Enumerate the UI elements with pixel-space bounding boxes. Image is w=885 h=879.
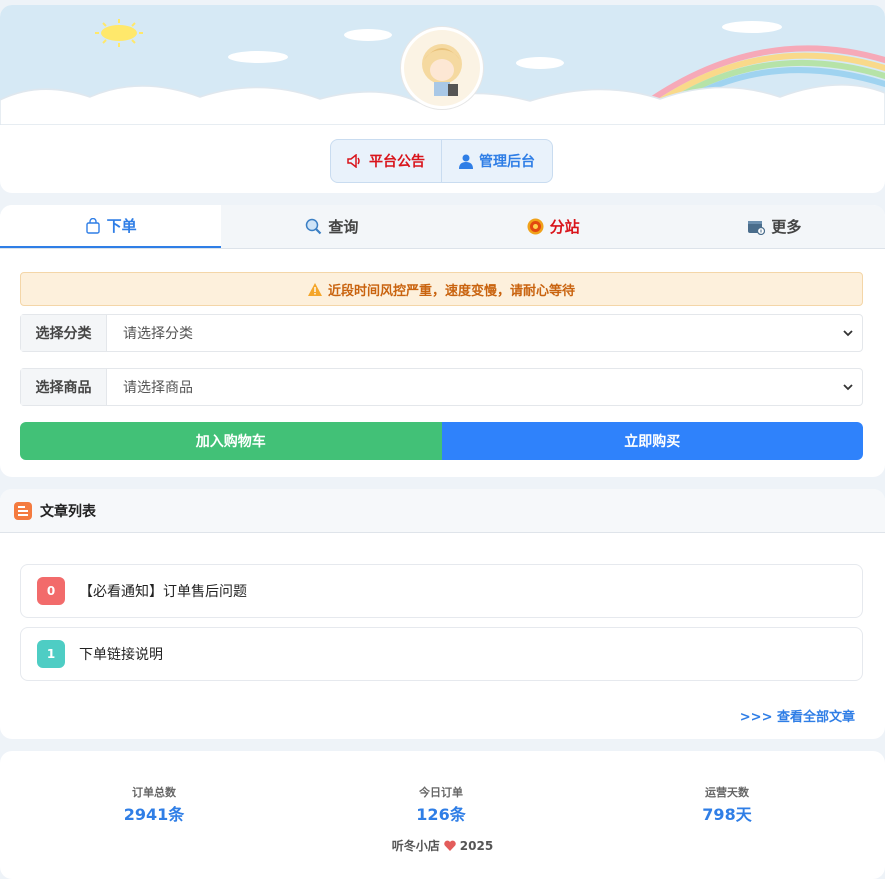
magnifier-icon [306, 218, 322, 235]
chevron-down-icon [843, 384, 853, 391]
stat-value: 2941条 [123, 805, 185, 824]
tab-order[interactable]: 下单 [0, 205, 222, 248]
tab-substation-label: 分站 [549, 218, 580, 236]
shopping-bag-icon [85, 217, 100, 234]
article-panel-title: 文章列表 [40, 503, 96, 520]
warning-alert: 近段时间风控严重，速度变慢，请耐心等待 [20, 272, 863, 306]
product-label: 选择商品 [21, 369, 107, 405]
warning-alert-text: 近段时间风控严重，速度变慢，请耐心等待 [327, 283, 575, 299]
stat-value: 126条 [416, 805, 466, 824]
category-field: 选择分类 请选择分类 [20, 314, 863, 352]
product-select[interactable]: 请选择商品 [107, 369, 862, 405]
footer-year: 2025 [459, 838, 494, 853]
stat-label: 订单总数 [132, 786, 176, 799]
article-title: 下单链接说明 [79, 647, 163, 663]
stat-label: 运营天数 [705, 786, 749, 799]
category-select[interactable]: 请选择分类 [107, 315, 862, 351]
document-icon [14, 501, 32, 520]
product-field: 选择商品 请选择商品 [20, 368, 863, 406]
add-to-cart-button[interactable]: 加入购物车 [20, 422, 442, 460]
tab-substation[interactable]: 分站 [443, 205, 664, 248]
stat-value: 798天 [702, 805, 752, 824]
chevron-down-icon [843, 330, 853, 337]
stat-operating-days: 运营天数 798天 [627, 784, 827, 825]
article-panel: 文章列表 0 【必看通知】订单售后问题 1 下单链接说明 >>> 查看全部文章 [0, 489, 885, 739]
sun-icon [95, 19, 143, 47]
product-select-value: 请选择商品 [123, 380, 193, 396]
stat-label: 今日订单 [419, 786, 463, 799]
header-button-group: 平台公告 管理后台 [330, 139, 553, 183]
shop-name: 听冬小店 [391, 839, 440, 853]
article-panel-header: 文章列表 [0, 489, 885, 533]
notice-button[interactable]: 平台公告 [331, 140, 442, 182]
order-actions: 加入购物车 立即购买 [20, 422, 863, 460]
tab-order-label: 下单 [106, 217, 137, 235]
article-index-badge: 1 [37, 640, 65, 668]
view-all-articles-link[interactable]: >>> 查看全部文章 [740, 706, 855, 725]
category-label: 选择分类 [21, 315, 107, 351]
stats-panel: 订单总数 2941条 今日订单 126条 运营天数 798天 听冬小店 2025 [0, 751, 885, 879]
buy-now-button[interactable]: 立即购买 [441, 422, 863, 460]
stat-today-orders: 今日订单 126条 [341, 784, 541, 825]
tab-more[interactable]: 更多 [664, 205, 885, 248]
heart-icon [444, 840, 456, 851]
category-select-value: 请选择分类 [123, 326, 193, 342]
anime-avatar-image [404, 30, 480, 106]
tab-more-label: 更多 [771, 218, 802, 236]
megaphone-icon [347, 154, 360, 168]
admin-button-label: 管理后台 [479, 154, 535, 170]
admin-button[interactable]: 管理后台 [442, 140, 552, 182]
article-item[interactable]: 1 下单链接说明 [20, 627, 863, 681]
warning-icon [307, 282, 322, 296]
article-index-badge: 0 [37, 577, 65, 605]
tab-query[interactable]: 查询 [221, 205, 442, 248]
tab-query-label: 查询 [328, 218, 359, 236]
article-item[interactable]: 0 【必看通知】订单售后问题 [20, 564, 863, 618]
order-panel: 下单 查询 分站 更多 近段时间风控严重，速度变慢，请耐心等待 选择分类 请选择… [0, 205, 885, 477]
footer: 听冬小店 2025 [0, 837, 885, 854]
header-banner: 平台公告 管理后台 [0, 5, 885, 193]
wallet-icon [748, 220, 766, 235]
notice-button-label: 平台公告 [369, 154, 425, 170]
stat-total-orders: 订单总数 2941条 [54, 784, 254, 825]
coin-icon [527, 218, 544, 235]
tab-bar: 下单 查询 分站 更多 [0, 205, 885, 249]
article-title: 【必看通知】订单售后问题 [79, 584, 247, 600]
user-icon [459, 154, 473, 169]
avatar [401, 27, 483, 109]
